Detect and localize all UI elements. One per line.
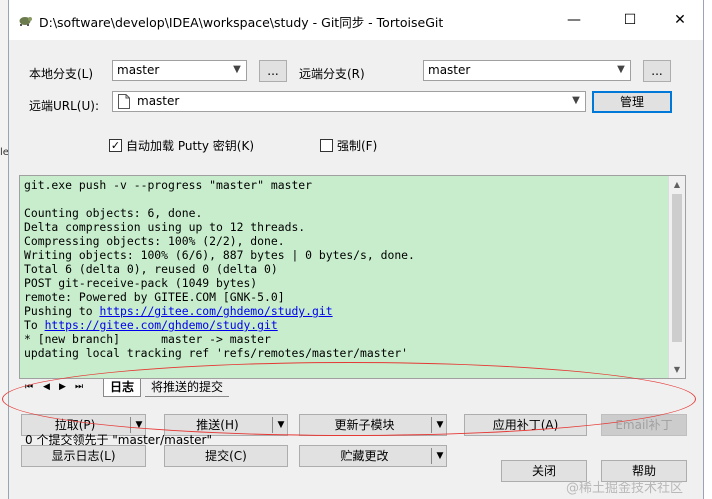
- scroll-down-icon[interactable]: ▼: [669, 361, 685, 378]
- force-label: 强制(F): [337, 139, 378, 153]
- chevron-down-icon[interactable]: ▼: [273, 415, 289, 435]
- checkbox-unchecked-icon: [320, 139, 333, 152]
- document-icon: [118, 94, 130, 109]
- log-scrollbar[interactable]: ▲ ▼: [668, 176, 685, 378]
- remote-branch-browse-button[interactable]: ...: [643, 60, 671, 82]
- remote-url-link[interactable]: https://gitee.com/ghdemo/study.git: [45, 318, 278, 332]
- watermark-text: @稀土掘金技术社区: [566, 481, 684, 496]
- scroll-up-icon[interactable]: ▲: [669, 176, 685, 193]
- log-text: git.exe push -v --progress "master" mast…: [20, 176, 685, 362]
- manage-remotes-button[interactable]: 管理: [592, 91, 672, 113]
- output-tabs: ⏮ ◀ ▶ ⏭ 日志 将推送的提交: [19, 379, 686, 399]
- update-submodules-label: 更新子模块: [334, 418, 395, 432]
- log-line: Compressing objects: 100% (2/2), done.: [24, 234, 285, 248]
- minimize-button[interactable]: —: [551, 6, 597, 34]
- stash-split-button[interactable]: 贮藏更改 ▼: [299, 445, 447, 467]
- log-line: updating local tracking ref 'refs/remote…: [24, 346, 409, 360]
- pushing-to-prefix: Pushing to: [24, 304, 100, 318]
- force-checkbox[interactable]: 强制(F): [320, 137, 377, 154]
- autoload-putty-checkbox[interactable]: ✓ 自动加载 Putty 密钥(K): [109, 137, 254, 154]
- to-prefix: To: [24, 318, 45, 332]
- status-text: 0 个提交领先于 "master/master": [25, 433, 212, 447]
- remote-branch-label: 远端分支(R): [299, 67, 365, 81]
- chevron-down-icon[interactable]: ▼: [432, 415, 448, 435]
- remote-branch-combo[interactable]: master ▼: [423, 60, 631, 81]
- chevron-down-icon: ▼: [233, 64, 241, 75]
- log-line: remote: Powered by GITEE.COM [GNK-5.0]: [24, 290, 285, 304]
- window-title: D:\software\develop\IDEA\workspace\study…: [39, 15, 444, 30]
- chevron-down-icon: ▼: [572, 95, 580, 106]
- output-log[interactable]: git.exe push -v --progress "master" mast…: [19, 175, 686, 379]
- remote-url-value: master: [137, 94, 180, 108]
- log-line: Total 6 (delta 0), reused 0 (delta 0): [24, 262, 278, 276]
- tab-prev-icon[interactable]: ◀: [43, 382, 50, 392]
- chevron-down-icon[interactable]: ▼: [432, 446, 448, 466]
- email-patch-button[interactable]: Email补丁: [601, 414, 687, 436]
- stash-button-label: 贮藏更改: [340, 449, 389, 463]
- apply-patch-button[interactable]: 应用补丁(A): [464, 414, 587, 436]
- log-line: POST git-receive-pack (1049 bytes): [24, 276, 258, 290]
- autoload-putty-label: 自动加载 Putty 密钥(K): [126, 139, 255, 153]
- tortoisegit-sync-dialog: D:\software\develop\IDEA\workspace\study…: [8, 0, 704, 499]
- remote-branch-value: master: [428, 63, 471, 77]
- local-branch-browse-button[interactable]: ...: [259, 60, 287, 82]
- commit-button[interactable]: 提交(C): [164, 445, 288, 467]
- remote-url-link[interactable]: https://gitee.com/ghdemo/study.git: [99, 304, 332, 318]
- title-bar: D:\software\develop\IDEA\workspace\study…: [9, 0, 703, 40]
- remote-url-label: 远端URL(U):: [29, 99, 99, 113]
- dialog-body: 本地分支(L) master ▼ ... 远端分支(R) master ▼ ..…: [9, 40, 703, 499]
- tab-commits-to-push[interactable]: 将推送的提交: [145, 379, 230, 397]
- tab-first-icon[interactable]: ⏮: [25, 382, 33, 392]
- local-branch-label: 本地分支(L): [29, 67, 94, 81]
- local-branch-combo[interactable]: master ▼: [112, 60, 247, 81]
- log-line: * [new branch] master -> master: [24, 332, 271, 346]
- scroll-thumb[interactable]: [672, 194, 682, 342]
- log-line: Counting objects: 6, done.: [24, 206, 203, 220]
- close-window-button[interactable]: ✕: [657, 6, 703, 34]
- tab-last-icon[interactable]: ⏭: [75, 382, 83, 392]
- tab-log[interactable]: 日志: [103, 379, 142, 397]
- chevron-down-icon: ▼: [617, 64, 625, 75]
- log-line: git.exe push -v --progress "master" mast…: [24, 178, 313, 192]
- show-log-button[interactable]: 显示日志(L): [21, 445, 146, 467]
- tab-next-icon[interactable]: ▶: [59, 382, 66, 392]
- maximize-button[interactable]: ☐: [607, 6, 653, 34]
- tortoisegit-turtle-icon: [19, 17, 32, 26]
- log-line: Writing objects: 100% (6/6), 887 bytes |…: [24, 248, 415, 262]
- log-line: Delta compression using up to 12 threads…: [24, 220, 306, 234]
- checkbox-checked-icon: ✓: [109, 139, 122, 152]
- local-branch-value: master: [117, 63, 160, 77]
- remote-url-combo[interactable]: master ▼: [112, 91, 586, 112]
- update-submodules-split-button[interactable]: 更新子模块 ▼: [299, 414, 447, 436]
